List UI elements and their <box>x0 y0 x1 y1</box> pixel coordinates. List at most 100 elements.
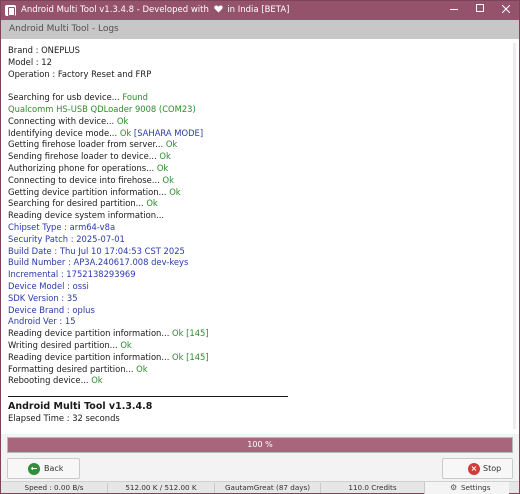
log-segment: Incremental : 1752138293969 <box>8 269 136 280</box>
log-segment: Ok <box>156 162 169 173</box>
log-line: Security Patch : 2025-07-01 <box>8 234 498 246</box>
log-line: Chipset Type : arm64-v8a <box>8 222 498 234</box>
log-segment: Ok [145] <box>172 328 209 339</box>
log-line: Reading device system information... <box>8 210 498 222</box>
app-icon <box>5 5 16 16</box>
log-scrollbar[interactable] <box>513 43 516 429</box>
gear-icon: ⚙ <box>450 483 458 492</box>
log-line: Searching for desired partition... Ok <box>8 198 498 210</box>
log-segment: Connecting with device... <box>8 115 117 126</box>
app-window: Android Multi Tool v1.3.4.8 - Developed … <box>0 0 520 494</box>
settings-label: Settings <box>461 483 491 492</box>
log-line: Device Model : ossi <box>8 281 498 293</box>
log-segment: Reading device partition information... <box>8 351 173 362</box>
log-segment: Device Brand : oplus <box>8 304 95 315</box>
window-title: Android Multi Tool v1.3.4.8 - Developed … <box>21 5 289 15</box>
log-line: Model : 12 <box>8 57 498 69</box>
log-segment: Getting device partition information... <box>8 186 170 197</box>
user-status: GautamGreat (87 days) <box>224 483 311 492</box>
transfer-status: 512.00 K / 512.00 K <box>125 483 197 492</box>
log-segment: Ok <box>165 139 178 150</box>
log-line: Rebooting device... Ok <box>8 375 498 387</box>
minimize-icon <box>450 9 458 10</box>
log-line: Android Ver : 15 <box>8 316 498 328</box>
log-line: Connecting with device... Ok <box>8 116 498 128</box>
minimize-button[interactable] <box>441 1 467 20</box>
log-line: Searching for usb device... Found <box>8 92 498 104</box>
close-icon <box>501 4 511 14</box>
speed-status: Speed : 0.00 B/s <box>24 483 84 492</box>
log-line: Writing desired partition... Ok <box>8 340 498 352</box>
stop-button-label: Stop <box>483 464 502 473</box>
log-segment: Model : 12 <box>8 56 52 67</box>
log-line: Qualcomm HS-USB QDLoader 9008 (COM23) <box>8 104 498 116</box>
logs-header-title: Android Multi Tool - Logs <box>9 24 119 34</box>
log-line: Getting firehose loader from server... O… <box>8 139 498 151</box>
stop-button[interactable]: × Stop <box>442 458 513 479</box>
log-segment: Getting firehose loader from server... <box>8 139 166 150</box>
log-segment: Reading device partition information... <box>8 328 173 339</box>
log-segment: Searching for usb device... <box>8 92 123 103</box>
log-segment: Ok <box>120 339 132 350</box>
log-line: Device Brand : oplus <box>8 305 498 317</box>
log-line: Sending firehose loader to device... Ok <box>8 151 498 163</box>
log-segment: Rebooting device... <box>8 375 92 386</box>
log-line: Operation : Factory Reset and FRP <box>8 69 498 81</box>
log-segment: Ok <box>159 151 171 162</box>
log-segment: Found <box>122 92 148 103</box>
log-line: Incremental : 1752138293969 <box>8 269 498 281</box>
log-line: Identifying device mode... Ok [SAHARA MO… <box>8 128 498 140</box>
log-segment: Operation : Factory Reset and FRP <box>8 68 152 79</box>
log-segment: Qualcomm HS-USB QDLoader 9008 (COM23) <box>8 103 196 114</box>
log-segment: Chipset Type : arm64-v8a <box>8 221 116 232</box>
status-bar: Speed : 0.00 B/s 512.00 K / 512.00 K Gau… <box>1 481 519 494</box>
maximize-button[interactable] <box>467 1 493 20</box>
log-segment: Ok [145] <box>172 351 209 362</box>
log-output[interactable]: Brand : ONEPLUS Model : 12 Operation : Fac… <box>8 45 498 425</box>
logs-header: Android Multi Tool - Logs <box>1 20 519 39</box>
log-segment: Formatting desired partition... <box>8 363 137 374</box>
log-segment: Ok <box>116 115 129 126</box>
title-bar[interactable]: Android Multi Tool v1.3.4.8 - Developed … <box>1 1 519 20</box>
log-segment: Android Ver : 15 <box>8 316 76 327</box>
log-segment: Security Patch : 2025-07-01 <box>8 233 125 244</box>
log-segment: Connecting to device into firehose... <box>8 174 163 185</box>
log-segment: Sending firehose loader to device... <box>8 151 160 162</box>
log-segment: Identifying device mode... <box>8 127 120 138</box>
log-divider <box>8 396 288 397</box>
log-segment: [SAHARA MODE] <box>131 127 204 138</box>
close-button[interactable] <box>493 1 519 20</box>
log-segment: Writing desired partition... <box>8 339 121 350</box>
log-panel[interactable]: Brand : ONEPLUS Model : 12 Operation : Fac… <box>1 39 519 434</box>
log-segment: SDK Version : 35 <box>8 292 78 303</box>
log-segment: Ok <box>162 174 174 185</box>
stop-icon: × <box>468 463 480 475</box>
log-segment: Ok <box>169 186 181 197</box>
log-segment: Ok <box>146 198 158 209</box>
log-segment: Authorizing phone for operations... <box>8 162 157 173</box>
title-text: Android Multi Tool v1.3.4.8 - Developed … <box>21 5 209 15</box>
log-segment: Ok <box>119 127 132 138</box>
log-line: Authorizing phone for operations... Ok <box>8 163 498 175</box>
log-segment: Ok <box>91 375 103 386</box>
credits-status: 110.0 Credits <box>348 483 397 492</box>
progress-bar: 100 % <box>7 437 513 453</box>
back-button[interactable]: ← Back <box>7 458 80 479</box>
log-segment: Reading device system information... <box>8 210 165 221</box>
maximize-icon <box>476 4 484 12</box>
log-segment: Build Date : Thu Jul 10 17:04:53 CST 202… <box>8 245 185 256</box>
log-line: SDK Version : 35 <box>8 293 498 305</box>
heart-icon <box>213 5 223 13</box>
log-segment: Build Number : AP3A.240617.008 dev-keys <box>8 257 189 268</box>
settings-button[interactable]: ⚙ Settings <box>424 482 509 494</box>
log-segment: Ok <box>136 363 148 374</box>
action-bar: ← Back × Stop <box>1 456 519 480</box>
version-title: Android Multi Tool v1.3.4.8 <box>8 401 153 412</box>
title-suffix: in India [BETA] <box>227 5 290 15</box>
log-line: Build Date : Thu Jul 10 17:04:53 CST 202… <box>8 246 498 258</box>
log-segment: Brand : ONEPLUS <box>8 45 80 55</box>
log-line: Connecting to device into firehose... Ok <box>8 175 498 187</box>
log-segment: Device Model : ossi <box>8 280 89 291</box>
elapsed-time: Elapsed Time : 32 seconds <box>8 413 120 423</box>
